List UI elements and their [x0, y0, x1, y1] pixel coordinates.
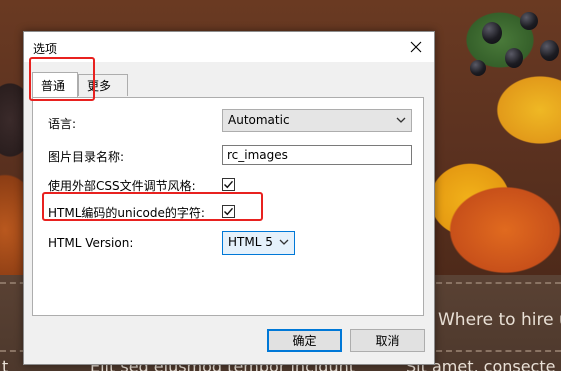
chevron-down-icon [279, 239, 289, 245]
tab-general[interactable]: 普通 [32, 72, 78, 97]
language-value: Automatic [228, 113, 290, 127]
olive [540, 40, 559, 61]
dialog-titlebar[interactable]: 选项 [24, 32, 434, 62]
tab-general-label: 普通 [41, 78, 66, 93]
hire-heading: Where to hire u [438, 310, 561, 330]
unicode-html-checkbox[interactable] [222, 205, 235, 218]
tab-more-label: 更多 [87, 79, 112, 93]
tab-panel-general: 语言: Automatic 图片目录名称: rc_images 使用外部CSS文… [32, 97, 424, 316]
close-button[interactable] [406, 37, 426, 57]
edge-text: t [2, 357, 9, 371]
image-dir-label: 图片目录名称: [48, 150, 125, 164]
ok-button[interactable]: 确定 [267, 329, 342, 352]
cancel-button-label: 取消 [375, 334, 400, 348]
html-version-label: HTML Version: [48, 236, 134, 250]
html-version-select[interactable]: HTML 5 [222, 231, 295, 255]
close-icon [410, 41, 422, 53]
chevron-down-icon [396, 117, 406, 123]
external-css-label: 使用外部CSS文件调节风格: [48, 179, 196, 193]
external-css-checkbox[interactable] [222, 178, 235, 191]
html-version-value: HTML 5 [228, 235, 273, 249]
olive [470, 60, 486, 76]
checkmark-icon [224, 180, 234, 189]
options-dialog: 选项 普通 更多 语言: Automatic 图片目录名称: rc_images… [23, 31, 435, 365]
ok-button-label: 确定 [292, 334, 317, 348]
language-label: 语言: [48, 117, 77, 131]
unicode-html-label: HTML编码的unicode的字符: [48, 206, 205, 220]
language-select[interactable]: Automatic [222, 109, 412, 132]
olive [520, 12, 538, 30]
checkmark-icon [224, 207, 234, 216]
image-dir-value: rc_images [227, 148, 288, 162]
dialog-title: 选项 [33, 42, 58, 56]
olive [482, 22, 502, 44]
olive [505, 48, 523, 68]
cancel-button[interactable]: 取消 [350, 329, 425, 352]
tab-more[interactable]: 更多 [78, 74, 128, 96]
image-dir-input[interactable]: rc_images [222, 145, 412, 165]
